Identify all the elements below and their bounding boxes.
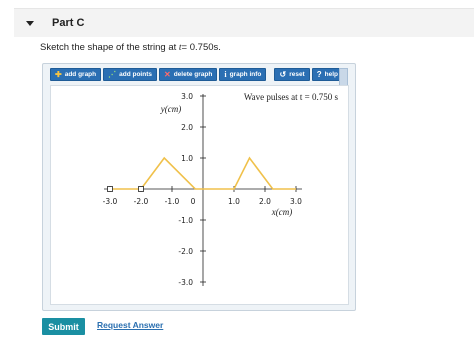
graph-info-button[interactable]: i graph info [219,68,267,81]
help-label: help [324,71,338,78]
x-tick-label: 2.0 [259,197,271,206]
y-tick-label: -3.0 [178,278,193,287]
add-points-label: add points [119,71,152,78]
question-prompt: Sketch the shape of the string at t= 0.7… [40,42,221,53]
reset-label: reset [289,71,305,78]
plot-area[interactable]: -3.0 -2.0 -1.0 0 1.0 2.0 3.0 3.0 2.0 1.0 -1.0 -2.0 -… [50,85,349,305]
x-axis-label: x(cm) [271,207,292,217]
wave-plot[interactable]: -3.0 -2.0 -1.0 0 1.0 2.0 3.0 3.0 2.0 1.0 -1.0 -2.0 -… [51,86,348,304]
submit-button[interactable]: Submit [42,318,85,335]
add-points-button[interactable]: ⋰ add points [103,68,157,81]
request-answer-link[interactable]: Request Answer [97,320,163,330]
y-tick-label: -2.0 [178,247,193,256]
x-tick-label: 0 [191,197,196,206]
y-tick-label: 3.0 [181,92,193,101]
wave-series-line [140,156,296,190]
axes [104,94,302,286]
delete-graph-label: delete graph [173,71,213,78]
x-tick-label: 3.0 [290,197,302,206]
add-graph-button[interactable]: ✚ add graph [50,68,102,81]
collapse-caret-icon[interactable] [26,20,34,26]
graphing-widget: ✚ add graph ⋰ add points ✕ delete graph … [42,63,356,311]
help-icon: ? [316,69,322,79]
plus-icon: ✚ [55,69,62,79]
x-tick-label: -3.0 [103,197,118,206]
reset-button[interactable]: ↺ reset [274,68,310,81]
y-tick-label: 1.0 [181,154,193,163]
chart-title: Wave pulses at t = 0.750 s [244,92,339,102]
add-graph-label: add graph [64,71,97,78]
x-tick-label: 1.0 [228,197,240,206]
y-tick-label: 2.0 [181,123,193,132]
x-tick-label: -1.0 [165,197,180,206]
part-c-header[interactable]: Part C [14,8,474,37]
prompt-value: = 0.750s. [181,42,221,53]
points-icon: ⋰ [108,69,117,79]
reset-icon: ↺ [279,69,287,79]
graph-toolbar: ✚ add graph ⋰ add points ✕ delete graph … [50,68,343,82]
part-title: Part C [52,17,85,29]
y-tick-label: -1.0 [178,216,193,225]
y-axis-label: y(cm) [160,104,181,114]
delete-x-icon: ✕ [163,69,171,79]
point-handle[interactable] [138,186,144,192]
graph-info-label: graph info [229,71,262,78]
delete-graph-button[interactable]: ✕ delete graph [158,68,218,81]
point-handle[interactable] [107,186,113,192]
info-icon: i [224,69,227,79]
x-tick-label: -2.0 [134,197,149,206]
prompt-text: Sketch the shape of the string at [40,42,179,53]
